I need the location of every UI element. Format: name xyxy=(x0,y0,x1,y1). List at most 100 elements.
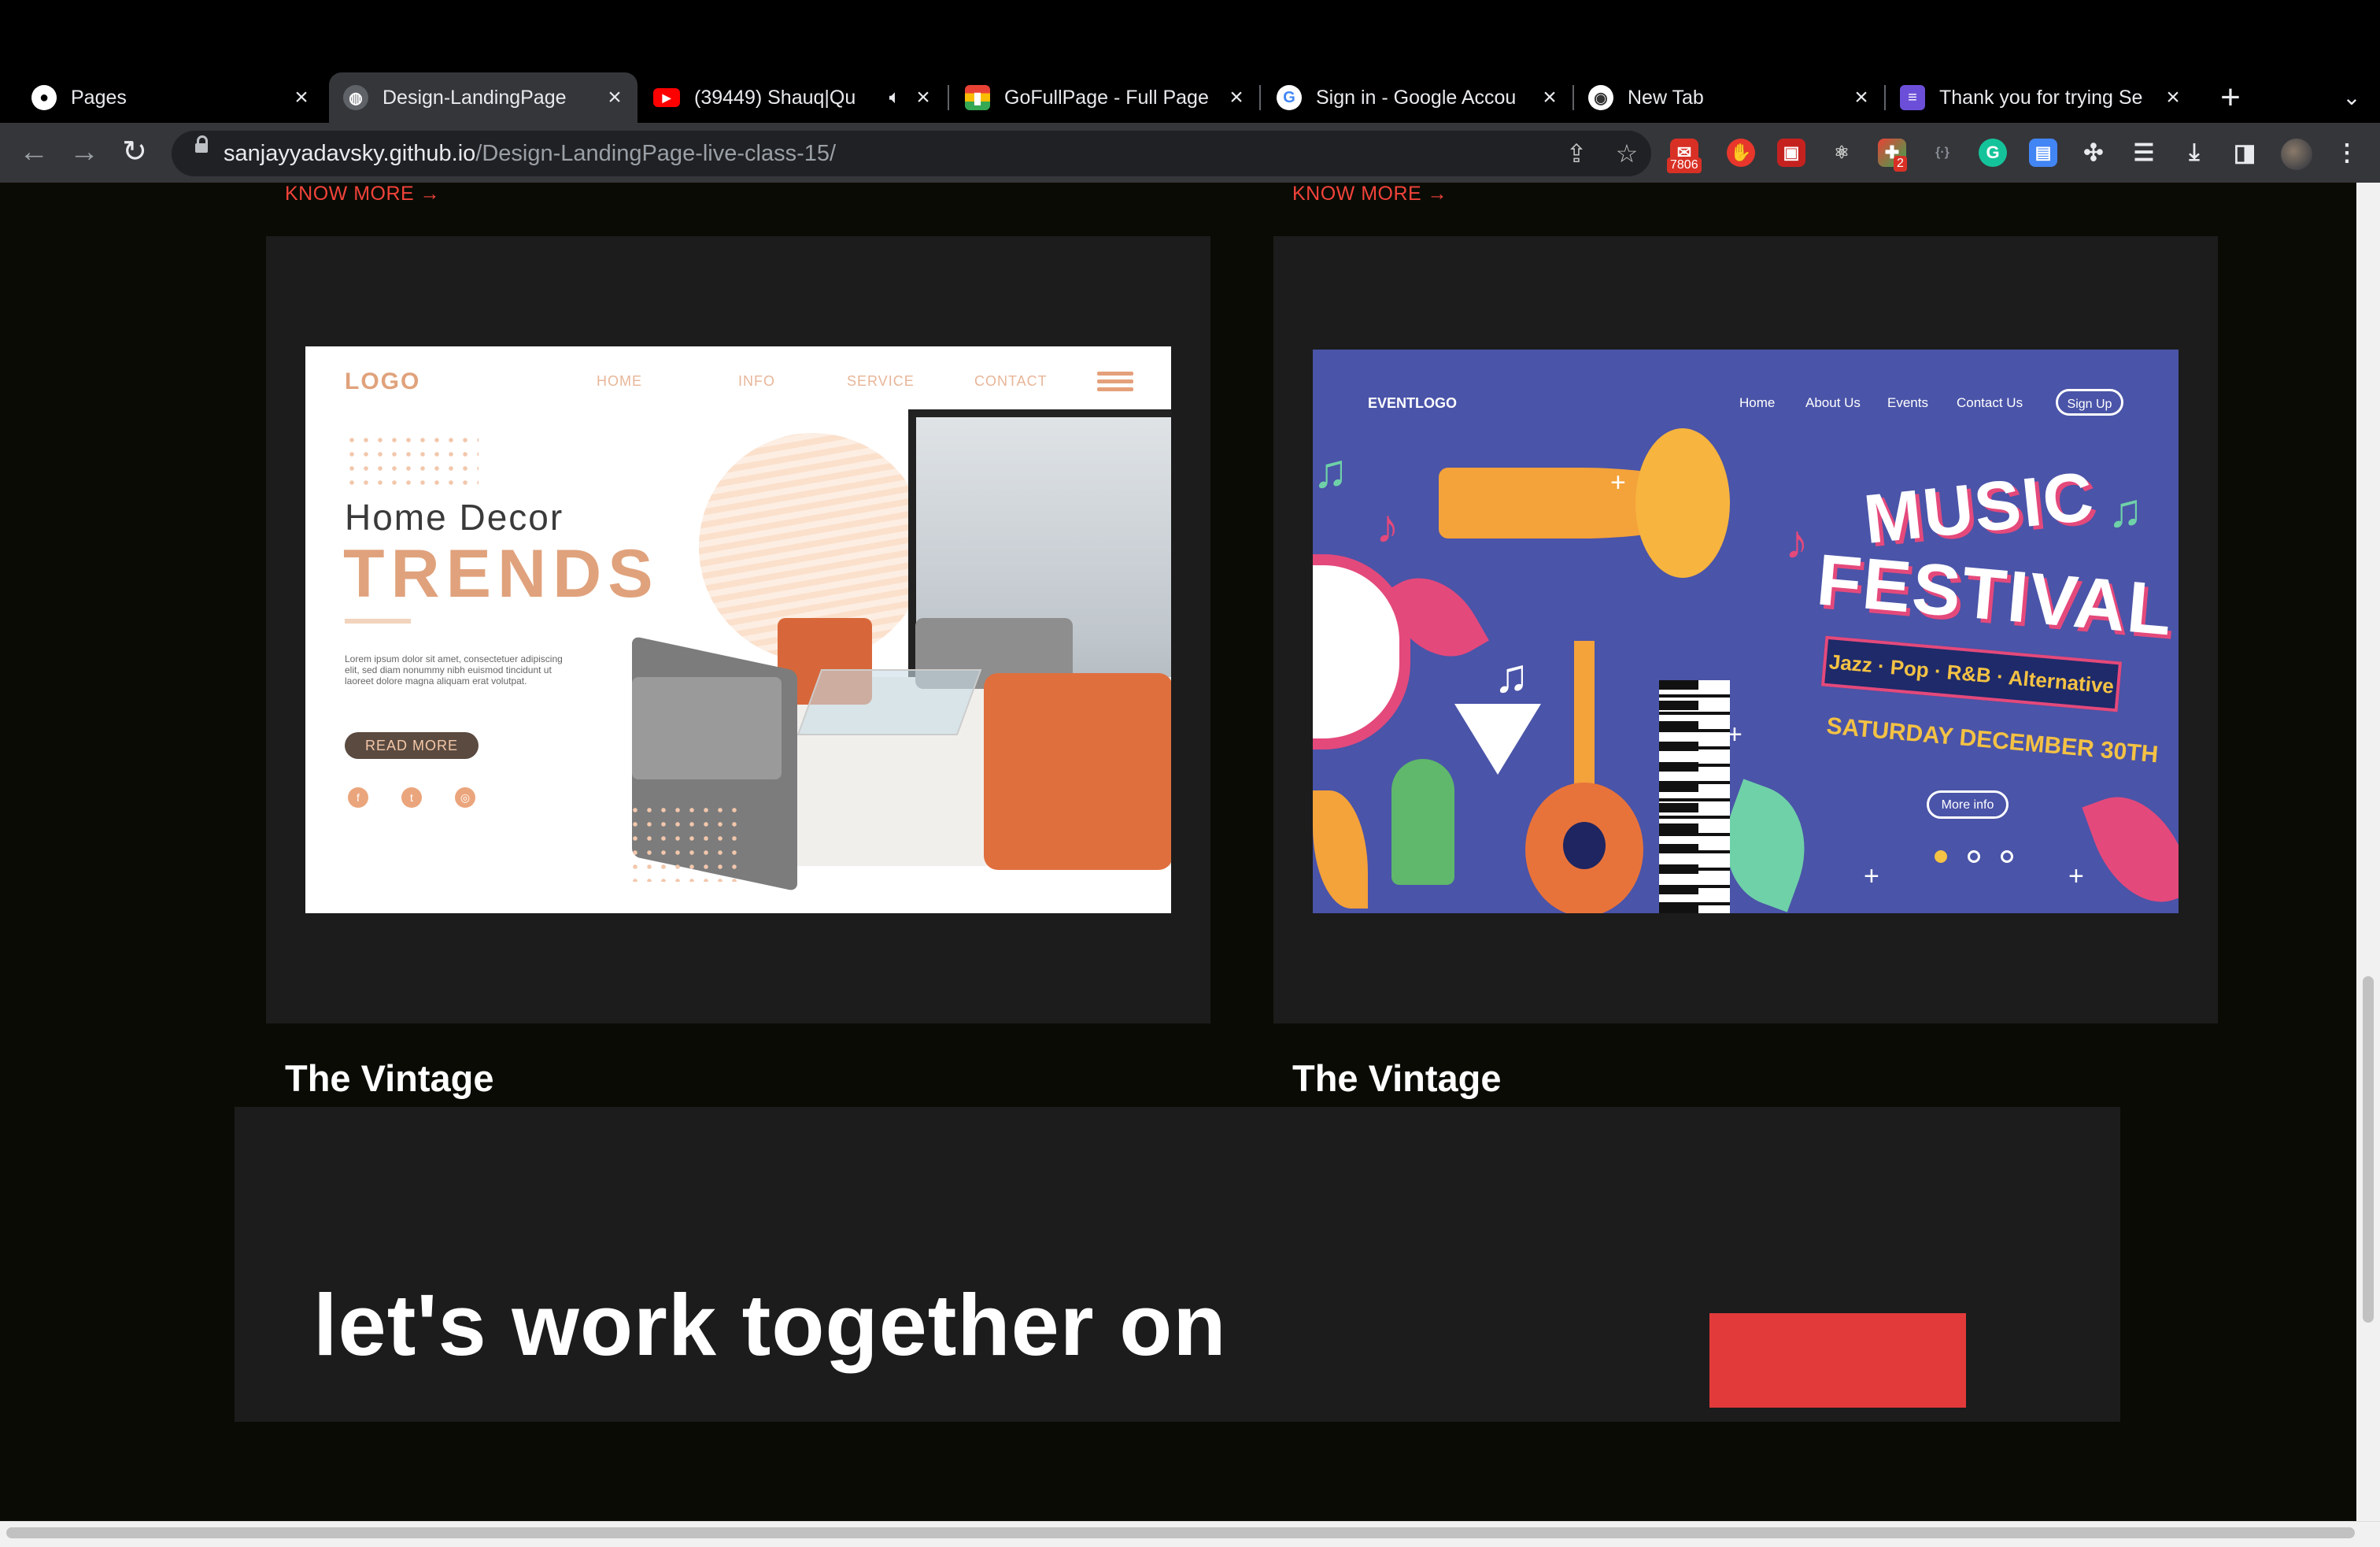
bookmark-star-icon[interactable]: ☆ xyxy=(1609,135,1645,172)
docs-extension-icon[interactable]: ▤ xyxy=(2029,139,2057,167)
lock-icon[interactable] xyxy=(195,135,208,153)
leaf xyxy=(2082,780,2179,913)
grammarly-icon[interactable]: G xyxy=(1979,139,2007,167)
cta-heading: let's work together on xyxy=(313,1277,1227,1374)
plus-sparkle: + xyxy=(1610,468,1626,498)
tab-new-tab[interactable]: ◉ New Tab × xyxy=(1574,72,1884,123)
divider xyxy=(345,619,411,624)
tab-separator xyxy=(1259,85,1261,110)
music-note-icon: ♪ xyxy=(1785,516,1809,568)
project-card-home-decor[interactable]: LOGO HOME INFO SERVICE CONTACT Home Deco… xyxy=(266,236,1210,1023)
home-decor-preview-image: LOGO HOME INFO SERVICE CONTACT Home Deco… xyxy=(305,346,1171,913)
music-note-icon: ♫ xyxy=(1494,650,1529,702)
globe-icon: ◍ xyxy=(343,85,368,110)
instagram-icon: ◎ xyxy=(455,787,475,808)
know-more-link[interactable]: KNOW MORE → xyxy=(285,183,440,205)
side-panel-icon[interactable]: ◨ xyxy=(2230,139,2259,167)
youtube-icon: ▶ xyxy=(653,88,680,107)
profile-avatar[interactable] xyxy=(2281,139,2312,170)
preview-nav-contact: Contact Us xyxy=(1957,395,2023,410)
tab-thank-you[interactable]: ≡ Thank you for trying Se × xyxy=(1886,72,2196,123)
close-tab-icon[interactable]: × xyxy=(1538,84,1561,111)
close-tab-icon[interactable]: × xyxy=(1225,84,1248,111)
grid-badge: 2 xyxy=(1894,156,1907,172)
back-arrow-icon[interactable]: ← xyxy=(13,131,55,173)
orange-armchair-large xyxy=(984,673,1171,870)
horizontal-scrollbar-thumb[interactable] xyxy=(6,1527,2355,1538)
gofullpage-icon: ▮ xyxy=(965,85,990,110)
preview-body-text: Lorem ipsum dolor sit amet, consectetuer… xyxy=(345,653,563,687)
more-menu-icon[interactable]: ⋮ xyxy=(2333,139,2361,167)
tab-pages[interactable]: ● Pages × xyxy=(17,72,324,123)
new-tab-plus-icon[interactable]: + xyxy=(2208,76,2252,120)
facebook-icon: f xyxy=(348,787,368,808)
tab-label: New Tab xyxy=(1628,86,1704,109)
vertical-scrollbar-thumb[interactable] xyxy=(2363,976,2374,1323)
glass-table xyxy=(796,669,982,735)
leaf xyxy=(1313,790,1368,909)
close-tab-icon[interactable]: × xyxy=(603,84,626,111)
project-title: The Vintage xyxy=(1292,1057,1502,1099)
mail-badge: 7806 xyxy=(1667,157,1702,173)
preview-more-info-button: More info xyxy=(1927,790,2009,819)
chrome-icon: ◉ xyxy=(1588,85,1613,110)
react-devtools-icon[interactable]: ⚛ xyxy=(1828,139,1856,167)
url-path: /Design-LandingPage-live-class-15/ xyxy=(475,141,837,166)
know-more-link[interactable]: KNOW MORE → xyxy=(1292,183,1447,205)
tab-google-signin[interactable]: G Sign in - Google Accou × xyxy=(1262,72,1572,123)
music-note-icon: ♪ xyxy=(1376,500,1399,553)
preview-nav-contact: CONTACT xyxy=(974,373,1048,389)
plus-sparkle: + xyxy=(1864,861,1879,891)
download-icon[interactable]: ⤓ xyxy=(2180,139,2208,167)
preview-subheading: TRENDS xyxy=(343,536,660,612)
preview-nav-home: HOME xyxy=(597,373,642,389)
tab-label: Design-LandingPage xyxy=(382,86,567,109)
close-tab-icon[interactable]: × xyxy=(911,84,935,111)
trumpet-bell xyxy=(1635,428,1730,578)
music-festival-preview-image: EVENTLOGO Home About Us Events Contact U… xyxy=(1313,350,2179,913)
carousel-dot xyxy=(2001,850,2013,863)
preview-nav-service: SERVICE xyxy=(847,373,915,389)
music-note-icon: ♫ xyxy=(2108,484,2143,537)
cta-button[interactable] xyxy=(1709,1313,1966,1408)
reading-list-icon[interactable]: ☰ xyxy=(2130,139,2158,167)
preview-nav-events: Events xyxy=(1887,395,1928,410)
tab-label: Sign in - Google Accou xyxy=(1316,86,1517,109)
json-extension-icon[interactable]: {·} xyxy=(1928,139,1957,167)
adblock-extension-icon[interactable]: ✋ xyxy=(1727,139,1755,167)
google-icon: G xyxy=(1277,85,1302,110)
project-card-music-festival[interactable]: EVENTLOGO Home About Us Events Contact U… xyxy=(1273,236,2218,1023)
music-note-icon: ♫ xyxy=(1313,445,1348,498)
reload-icon[interactable]: ↻ xyxy=(113,131,156,173)
dot-pattern xyxy=(628,803,746,882)
close-tab-icon[interactable]: × xyxy=(1850,84,1873,111)
tab-gofullpage[interactable]: ▮ GoFullPage - Full Page × xyxy=(951,72,1259,123)
hamburger-menu-icon xyxy=(1097,372,1133,392)
tab-label: Thank you for trying Se xyxy=(1939,86,2143,109)
tab-design-landingpage[interactable]: ◍ Design-LandingPage × xyxy=(329,72,638,123)
tab-label: (39449) Shauq|Qu xyxy=(694,86,856,109)
dot-pattern xyxy=(345,433,479,488)
preview-nav-about: About Us xyxy=(1805,395,1861,410)
share-icon[interactable]: ⇪ xyxy=(1558,135,1595,172)
preview-logo: EVENTLOGO xyxy=(1368,395,1458,411)
preview-read-more-button: READ MORE xyxy=(345,732,479,759)
tab-youtube[interactable]: ▶ (39449) Shauq|Qu 🔈︎ × xyxy=(639,72,946,123)
plus-sparkle: + xyxy=(1727,720,1743,749)
tab-label: GoFullPage - Full Page xyxy=(1004,86,1209,109)
image-extension-icon[interactable]: ▣ xyxy=(1777,139,1805,167)
app-icon: ≡ xyxy=(1900,85,1925,110)
close-tab-icon[interactable]: × xyxy=(290,84,313,111)
github-icon: ● xyxy=(31,85,57,110)
extensions-puzzle-icon[interactable]: ✣ xyxy=(2079,139,2108,167)
piano-black-keys xyxy=(1659,680,1698,913)
drum-illustration xyxy=(1313,554,1410,749)
forward-arrow-icon[interactable]: → xyxy=(63,131,105,173)
tab-search-chevron-icon[interactable]: ⌄ xyxy=(2330,76,2374,120)
url-text[interactable]: sanjayyadavsky.github.io/Design-LandingP… xyxy=(224,137,836,170)
preview-nav-info: INFO xyxy=(738,373,775,389)
close-tab-icon[interactable]: × xyxy=(2161,84,2185,111)
plus-sparkle: + xyxy=(2068,861,2084,891)
preview-nav-home: Home xyxy=(1739,395,1776,410)
speaker-icon[interactable]: 🔈︎ xyxy=(889,87,900,109)
